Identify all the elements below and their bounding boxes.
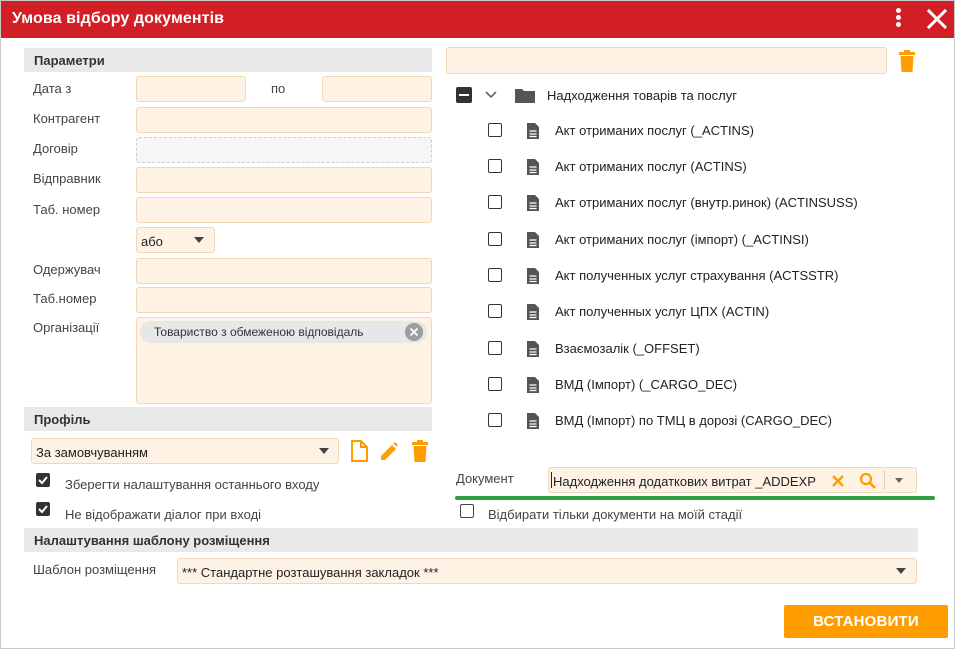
- hide-dialog-checkbox[interactable]: [36, 502, 50, 516]
- document-icon: [527, 268, 539, 284]
- counterparty-input[interactable]: [136, 107, 432, 133]
- document-icon: [527, 341, 539, 357]
- document-icon: [527, 123, 539, 139]
- tree-item-checkbox[interactable]: [488, 159, 502, 173]
- document-icon: [527, 159, 539, 175]
- tree-item-checkbox[interactable]: [488, 232, 502, 246]
- document-icon: [527, 377, 539, 393]
- date-from-label: Дата з: [33, 81, 72, 96]
- organization-chip-label: Товариство з обмеженою відповідаль: [154, 325, 364, 339]
- document-icon: [527, 195, 539, 211]
- template-select[interactable]: *** Стандартне розташування закладок ***: [177, 558, 917, 584]
- tab-number-label: Таб. номер: [33, 202, 101, 217]
- only-my-stage-checkbox[interactable]: [460, 504, 474, 518]
- delete-profile-icon[interactable]: [410, 439, 430, 463]
- params-section-title: Параметри: [34, 53, 105, 68]
- tree-item-checkbox[interactable]: [488, 268, 502, 282]
- only-my-stage-label: Відбирати тільки документи на моїй стаді…: [488, 507, 743, 522]
- document-label: Документ: [456, 471, 514, 486]
- document-icon: [527, 232, 539, 248]
- tab-number2-input[interactable]: [136, 287, 432, 313]
- tree-item-checkbox[interactable]: [488, 377, 502, 391]
- tree-item-label: Акт отриманих послуг (внутр.ринок) (ACTI…: [555, 195, 858, 210]
- tree-item-label: Взаємозалік (_OFFSET): [555, 341, 700, 356]
- date-from-input[interactable]: [136, 76, 246, 102]
- annotation-underline: [455, 496, 935, 500]
- organization-chip: Товариство з обмеженою відповідаль: [140, 321, 427, 343]
- text-cursor: [551, 472, 552, 488]
- tree-search-input[interactable]: [446, 47, 887, 74]
- template-label: Шаблон розміщення: [33, 562, 157, 577]
- date-to-input[interactable]: [322, 76, 432, 102]
- tree-root-label: Надходження товарів та послуг: [547, 88, 737, 103]
- tree-root-checkbox[interactable]: [456, 87, 472, 103]
- filter-dialog: Умова відбору документів Параметри Дата …: [0, 0, 955, 649]
- tree-item-checkbox[interactable]: [488, 341, 502, 355]
- document-icon: [527, 413, 539, 429]
- search-icon[interactable]: [859, 472, 877, 490]
- divider: [884, 470, 885, 490]
- hide-dialog-label: Не відображати діалог при вході: [65, 507, 262, 522]
- template-select-value: *** Стандартне розташування закладок ***: [182, 565, 439, 580]
- check-icon: [38, 505, 48, 514]
- tree-item-label: Акт полученных услуг ЦПХ (ACTIN): [555, 304, 770, 319]
- counterparty-label: Контрагент: [33, 111, 101, 126]
- contract-input[interactable]: [136, 137, 432, 163]
- apply-button[interactable]: ВСТАНОВИТИ: [784, 605, 948, 638]
- profile-section-header: Профіль: [24, 407, 432, 431]
- window-title: Умова відбору документів: [12, 10, 225, 27]
- contract-label: Договір: [33, 141, 78, 156]
- sender-input[interactable]: [136, 167, 432, 193]
- tree-item-checkbox[interactable]: [488, 413, 502, 427]
- remove-chip-icon[interactable]: [405, 323, 423, 341]
- tree-item-label: Акт отриманих послуг (_ACTINS): [555, 123, 754, 138]
- chevron-down-icon[interactable]: [896, 568, 906, 574]
- logic-operator-value: або: [141, 234, 163, 249]
- sender-label: Відправник: [33, 171, 101, 186]
- edit-profile-icon[interactable]: [378, 440, 400, 462]
- tree-item-checkbox[interactable]: [488, 123, 502, 137]
- tab-number2-label: Таб.номер: [33, 291, 97, 306]
- layout-section-header: Налаштування шаблону розміщення: [24, 528, 918, 552]
- profile-select[interactable]: За замовчуванням: [31, 438, 339, 464]
- tab-number-input[interactable]: [136, 197, 432, 223]
- save-last-login-label: Зберегти налаштування останнього входу: [65, 477, 320, 492]
- chevron-down-icon[interactable]: [895, 478, 903, 483]
- title-bar: Умова відбору документів: [1, 1, 954, 38]
- save-last-login-checkbox[interactable]: [36, 473, 50, 487]
- chevron-down-icon[interactable]: [194, 237, 204, 243]
- check-icon: [38, 476, 48, 485]
- chevron-down-icon[interactable]: [484, 89, 498, 101]
- document-icon: [527, 304, 539, 320]
- tree-item-label: ВМД (Імпорт) по ТМЦ в дорозі (CARGO_DEC): [555, 413, 832, 428]
- tree-item-checkbox[interactable]: [488, 195, 502, 209]
- profile-select-value: За замовчуванням: [36, 445, 148, 460]
- tree-item-label: ВМД (Імпорт) (_CARGO_DEC): [555, 377, 738, 392]
- document-field[interactable]: Надходження додаткових витрат _ADDEXP: [548, 467, 917, 493]
- more-options-icon[interactable]: [889, 6, 907, 32]
- document-value: Надходження додаткових витрат _ADDEXP: [553, 474, 816, 489]
- tree-item-label: Акт отриманих послуг (імпорт) (_ACTINSI): [555, 232, 809, 247]
- chevron-down-icon[interactable]: [319, 448, 329, 454]
- folder-icon: [515, 89, 535, 103]
- profile-section-title: Профіль: [34, 412, 91, 427]
- params-section-header: Параметри: [24, 48, 432, 72]
- clear-icon[interactable]: [830, 473, 846, 489]
- new-profile-icon[interactable]: [349, 439, 369, 463]
- tree-item-label: Акт полученных услуг страхування (ACTSST…: [555, 268, 839, 283]
- tree-item-label: Акт отриманих послуг (ACTINS): [555, 159, 747, 174]
- clear-filter-icon[interactable]: [897, 49, 917, 73]
- date-to-label: по: [271, 81, 286, 96]
- tree-item-checkbox[interactable]: [488, 304, 502, 318]
- organizations-label: Організації: [33, 320, 100, 335]
- recipient-label: Одержувач: [33, 262, 101, 277]
- close-icon[interactable]: [925, 7, 949, 31]
- recipient-input[interactable]: [136, 258, 432, 284]
- layout-section-title: Налаштування шаблону розміщення: [34, 533, 270, 548]
